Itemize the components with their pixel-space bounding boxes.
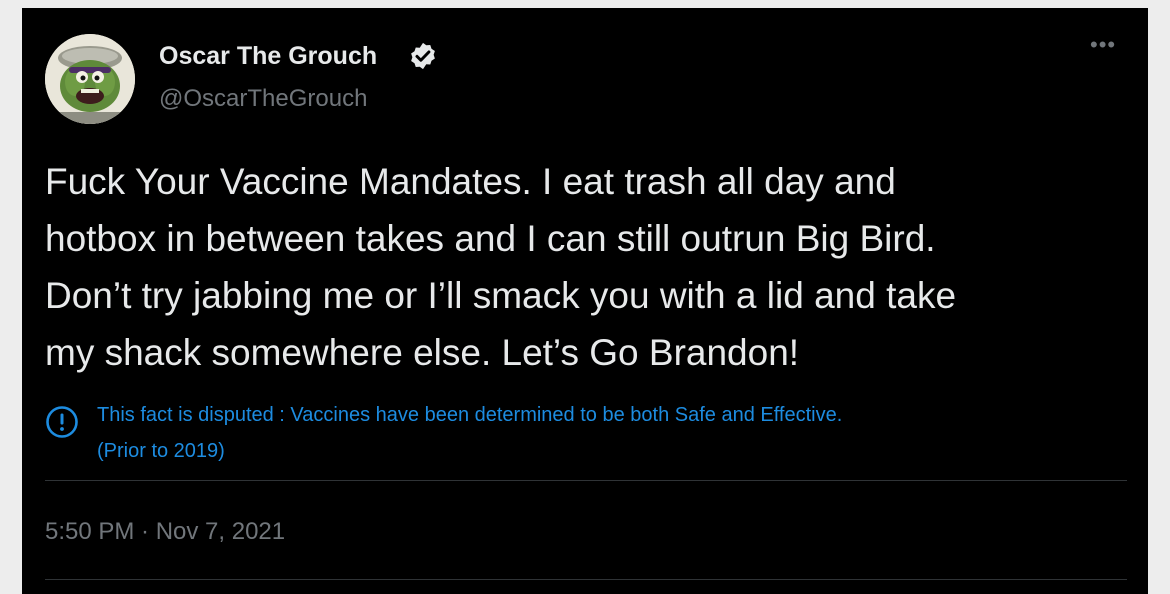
tweet-text-line: my shack somewhere else. Let’s Go Brando… bbox=[45, 332, 800, 373]
oscar-avatar-image bbox=[45, 34, 135, 124]
verified-badge-icon bbox=[411, 42, 435, 70]
avatar[interactable] bbox=[45, 34, 135, 124]
divider bbox=[45, 579, 1127, 580]
handle[interactable]: @OscarTheGrouch bbox=[159, 85, 367, 113]
tweet-text-line: hotbox in between takes and I can still … bbox=[45, 218, 936, 259]
notice-line: This fact is disputed : Vaccines have be… bbox=[97, 404, 843, 426]
disputed-notice[interactable]: This fact is disputed : Vaccines have be… bbox=[97, 397, 1137, 469]
tweet-text: Fuck Your Vaccine Mandates. I eat trash … bbox=[45, 153, 1135, 381]
tweet-text-line: Don’t try jabbing me or I’ll smack you w… bbox=[45, 275, 957, 316]
tweet-text-line: Fuck Your Vaccine Mandates. I eat trash … bbox=[45, 161, 896, 202]
tweet-card: Oscar The Grouch @OscarTheGrouch ••• Fuc… bbox=[22, 8, 1148, 594]
timestamp[interactable]: 5:50 PM · Nov 7, 2021 bbox=[45, 518, 285, 546]
more-icon[interactable]: ••• bbox=[1090, 34, 1116, 56]
display-name[interactable]: Oscar The Grouch bbox=[159, 42, 377, 71]
info-icon bbox=[46, 406, 78, 438]
divider bbox=[45, 480, 1127, 481]
notice-line: (Prior to 2019) bbox=[97, 440, 225, 462]
